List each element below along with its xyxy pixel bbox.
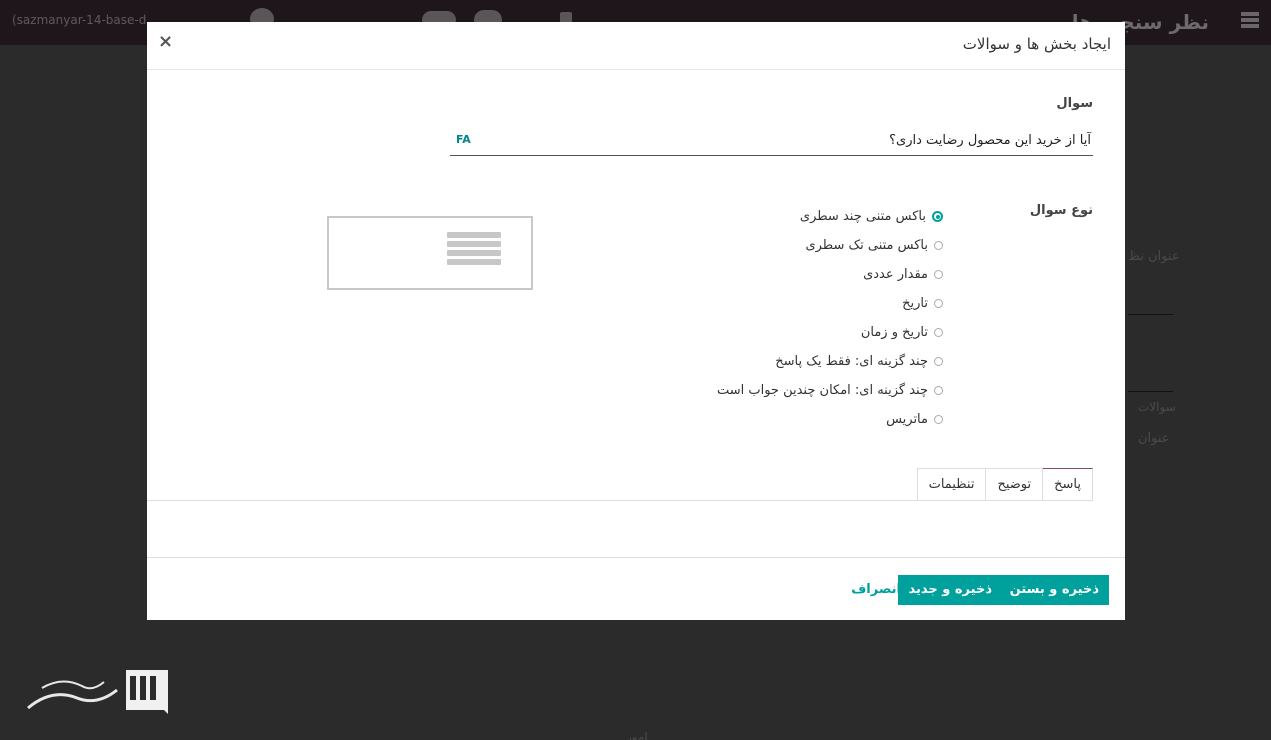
radio-option[interactable]: تاریخ <box>717 289 943 318</box>
apps-menu-icon[interactable] <box>1241 12 1259 30</box>
bg-divider <box>1128 391 1173 392</box>
save-new-button[interactable]: ذخیره و جدید <box>898 575 1002 605</box>
question-type-radio-group: باکس متنی چند سطری باکس متنی تک سطری مقد… <box>717 202 943 434</box>
radio-option[interactable]: باکس متنی تک سطری <box>717 231 943 260</box>
tab-description[interactable]: توضیح <box>985 468 1044 501</box>
question-type-label: نوع سوال <box>1029 203 1093 218</box>
radio-icon[interactable] <box>934 415 943 424</box>
radio-icon[interactable] <box>934 299 943 308</box>
radio-option[interactable]: باکس متنی چند سطری <box>717 202 943 231</box>
bg-title-column: عنوان <box>1138 431 1170 446</box>
cancel-button[interactable]: انصراف <box>851 575 901 605</box>
radio-option[interactable]: مقدار عددی <box>717 260 943 289</box>
save-close-button[interactable]: ذخیره و بستن <box>999 575 1109 605</box>
create-question-dialog: ایجاد بخش ها و سوالات × سوال آیا از خرید… <box>147 22 1125 620</box>
question-type-preview <box>327 216 533 290</box>
question-input[interactable]: آیا از خرید این محصول رضایت داری؟ FA <box>450 129 1093 156</box>
tab-divider <box>147 500 1093 501</box>
bg-divider <box>1128 314 1173 315</box>
tab-answer[interactable]: پاسخ <box>1042 468 1093 501</box>
radio-option[interactable]: تاریخ و زمان <box>717 318 943 347</box>
radio-checked-icon[interactable] <box>932 211 943 222</box>
dialog-title: ایجاد بخش ها و سوالات <box>962 35 1111 53</box>
dialog-header: ایجاد بخش ها و سوالات × <box>147 22 1125 70</box>
bg-bottom-text: امور <box>626 730 648 740</box>
brand-logo-icon <box>27 670 168 714</box>
radio-option[interactable]: چند گزینه ای: فقط یک پاسخ <box>717 347 943 376</box>
close-icon[interactable]: × <box>158 31 173 52</box>
radio-option[interactable]: چند گزینه ای: امکان چندین جواب است <box>717 376 943 405</box>
question-value: آیا از خرید این محصول رضایت داری؟ <box>889 133 1091 148</box>
radio-icon[interactable] <box>934 241 943 250</box>
tab-bar: پاسخ توضیح تنظیمات <box>916 468 1093 501</box>
footer-divider <box>147 557 1125 558</box>
language-badge[interactable]: FA <box>456 133 471 146</box>
database-name: (sazmanyar-14-base-d... <box>12 13 158 27</box>
tab-settings[interactable]: تنظیمات <box>916 468 987 501</box>
radio-icon[interactable] <box>934 357 943 366</box>
bg-field-title-label: عنوان نظ <box>1128 249 1180 264</box>
question-label: سوال <box>1056 96 1093 111</box>
radio-option[interactable]: ماتریس <box>717 405 943 434</box>
bg-questions-label: سوالات <box>1138 400 1176 414</box>
radio-icon[interactable] <box>934 270 943 279</box>
multiline-text-icon <box>447 232 501 268</box>
radio-icon[interactable] <box>934 328 943 337</box>
radio-icon[interactable] <box>934 386 943 395</box>
